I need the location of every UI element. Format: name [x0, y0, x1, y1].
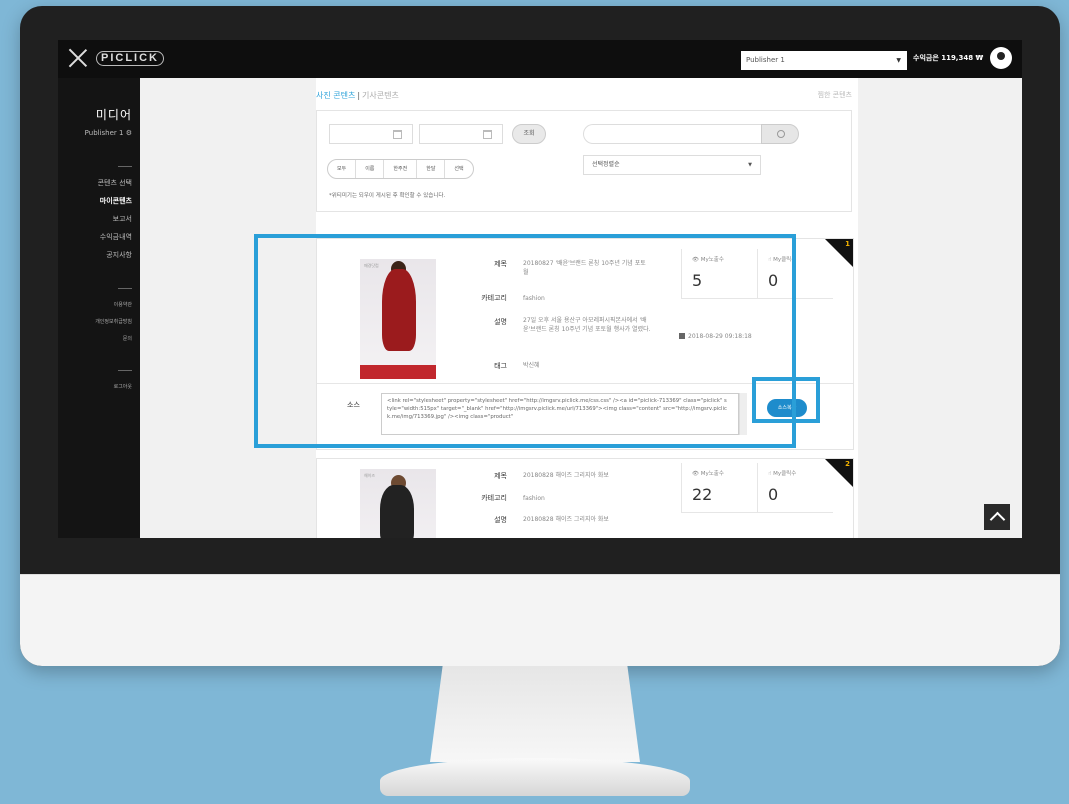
publisher-select-value: Publisher 1 — [746, 56, 785, 64]
monitor-stand — [430, 666, 640, 762]
thumbnail-figure — [380, 485, 414, 538]
monitor-chin — [20, 574, 1060, 666]
rank-number: 1 — [845, 240, 850, 248]
views-count: 22 — [692, 485, 713, 504]
sidebar-item-contact[interactable]: 문의 — [123, 335, 132, 342]
divider — [118, 288, 132, 289]
scroll-to-top-button[interactable] — [984, 504, 1010, 530]
filter-panel: 조회 모두 이름 한주전 한달 선택 선택정렬순 ▼ *위티미기는 되우이 게시… — [316, 110, 852, 212]
highlight-frame — [254, 234, 796, 448]
calendar-icon[interactable] — [483, 130, 492, 139]
sidebar: 미디어 Publisher 1 ⚙ 콘텐츠 선택 마이콘텐츠 보고서 수익금내역… — [58, 78, 140, 538]
pointer-hand-icon: ☝ — [768, 471, 772, 477]
sidebar-item-content-select[interactable]: 콘텐츠 선택 — [98, 178, 132, 188]
sidebar-publisher-label: Publisher 1 — [84, 129, 124, 137]
sort-select[interactable]: 선택정렬순 ▼ — [583, 155, 761, 175]
segment-month[interactable]: 한달 — [417, 160, 446, 178]
views-stat: 👁 My노출수 22 — [681, 463, 757, 513]
close-icon[interactable] — [68, 48, 88, 68]
copy-button-highlight — [752, 377, 820, 423]
description-label: 설명 — [494, 516, 507, 524]
chevron-down-icon: ▼ — [748, 162, 752, 168]
sort-select-value: 선택정렬순 — [592, 161, 620, 168]
sidebar-item-terms[interactable]: 이용약관 — [114, 301, 132, 308]
segment-week[interactable]: 한주전 — [384, 160, 418, 178]
sidebar-item-my-content[interactable]: 마이콘텐츠 — [100, 196, 132, 206]
top-bar: PICLICK Publisher 1 ▼ 수익금은 119,348 ₩ — [58, 40, 1022, 78]
segment-name[interactable]: 이름 — [356, 160, 385, 178]
divider — [118, 166, 132, 167]
content-tabs: 사진 콘텐츠 | 기사콘텐츠 — [316, 90, 399, 101]
publisher-select[interactable]: Publisher 1 ▼ — [741, 51, 907, 70]
sidebar-item-notice[interactable]: 공지사항 — [106, 250, 132, 260]
search-icon[interactable] — [761, 124, 799, 144]
segment-select[interactable]: 선택 — [445, 160, 472, 178]
clicks-count: 0 — [768, 485, 779, 504]
sidebar-publisher[interactable]: Publisher 1 ⚙ — [85, 129, 132, 137]
gear-icon[interactable]: ⚙ — [126, 129, 132, 137]
avatar[interactable] — [990, 47, 1012, 69]
tab-photo-content[interactable]: 사진 콘텐츠 — [316, 91, 355, 100]
period-segment-group: 모두 이름 한주전 한달 선택 — [327, 159, 474, 179]
content-card: 해이즈 제목 20180828 해이즈 그리지아 화보 카테고리 fashion… — [316, 458, 854, 538]
eye-icon: 👁 — [692, 471, 699, 477]
description-value: 20180828 해이즈 그리지아 화보 — [523, 516, 609, 523]
sidebar-title: 미디어 — [95, 108, 132, 122]
divider — [118, 370, 132, 371]
filter-note: *위티미기는 되우이 게시된 후 확인할 수 있습니다. — [329, 193, 446, 199]
monitor-base — [380, 758, 690, 796]
category-label: 카테고리 — [481, 494, 507, 502]
views-stat-label: 👁 My노출수 — [692, 469, 724, 477]
earnings-text: 수익금은 119,348 ₩ — [913, 54, 984, 62]
calendar-icon[interactable] — [393, 130, 402, 139]
query-button[interactable]: 조회 — [512, 124, 546, 144]
sidebar-item-earnings[interactable]: 수익금내역 — [100, 232, 132, 242]
search-input[interactable] — [583, 124, 761, 144]
clicks-label: My클릭수 — [773, 471, 797, 477]
segment-all[interactable]: 모두 — [328, 160, 357, 178]
category-value: fashion — [523, 495, 545, 502]
clicks-stat-label: ☝ My클릭수 — [768, 469, 796, 477]
thumbnail-caption: 해이즈 — [364, 473, 376, 478]
tab-liked-content[interactable]: 찜한 콘텐츠 — [818, 90, 852, 100]
end-date-field[interactable] — [419, 124, 503, 144]
chevron-down-icon: ▼ — [896, 57, 901, 64]
content-thumbnail[interactable]: 해이즈 — [360, 469, 436, 538]
views-label: My노출수 — [700, 471, 724, 477]
rank-number: 2 — [845, 460, 850, 468]
title-label: 제목 — [494, 472, 507, 480]
clicks-stat: ☝ My클릭수 0 — [757, 463, 833, 513]
sidebar-item-logout[interactable]: 로그아웃 — [114, 383, 132, 390]
sidebar-item-report[interactable]: 보고서 — [113, 214, 132, 224]
logo[interactable]: PICLICK — [96, 51, 164, 66]
sidebar-item-privacy[interactable]: 개인정보취급방침 — [95, 318, 132, 325]
title-value: 20180828 해이즈 그리지아 화보 — [523, 472, 609, 479]
start-date-field[interactable] — [329, 124, 413, 144]
tab-article-content[interactable]: 기사콘텐츠 — [362, 91, 399, 100]
